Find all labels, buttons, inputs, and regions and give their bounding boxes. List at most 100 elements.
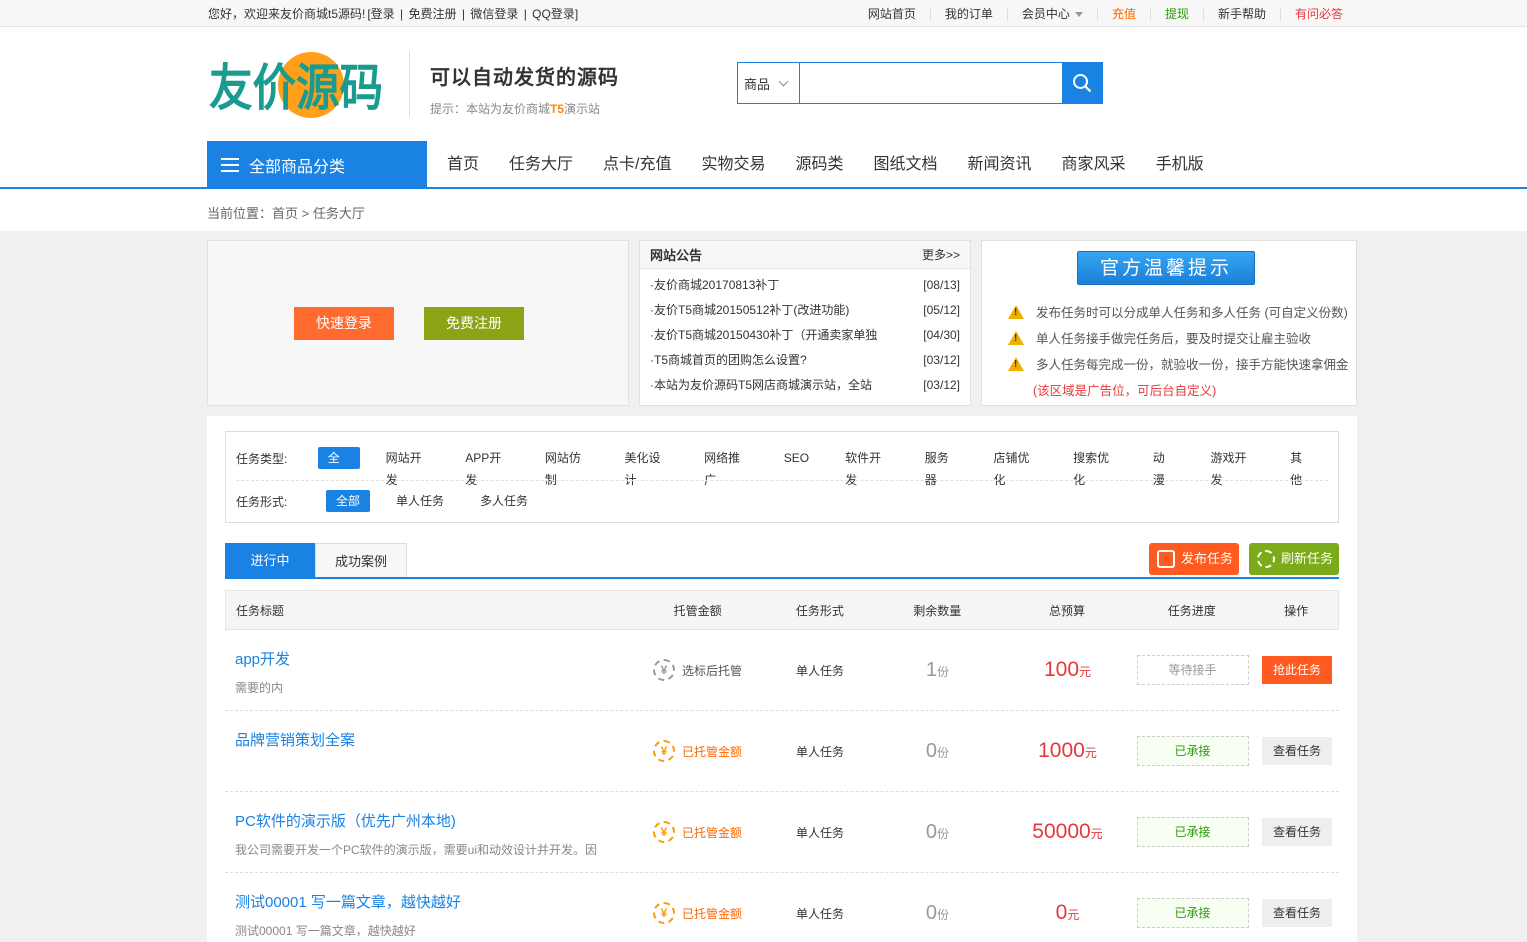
filter-type-option[interactable]: SEO (774, 447, 819, 469)
nav-task-hall[interactable]: 任务大厅 (494, 141, 588, 189)
filter-type-option[interactable]: 全部 (317, 447, 360, 487)
filter-form-option[interactable]: 多人任务 (470, 490, 538, 512)
top-nav-orders[interactable]: 我的订单 (931, 6, 1008, 21)
breadcrumb: 当前位置：首页 > 任务大厅 (0, 189, 1527, 231)
warning-icon (1008, 304, 1024, 319)
filter-type-option[interactable]: 软件开发 (835, 447, 899, 487)
nav-physical[interactable]: 实物交易 (686, 141, 780, 189)
chevron-down-icon (778, 76, 789, 86)
notice-item[interactable]: ·友价T5商城20150512补丁(改进功能) [05/12] (650, 298, 960, 323)
top-nav-member[interactable]: 会员中心 (1008, 6, 1098, 21)
filter-type-option[interactable]: 网站仿制 (535, 447, 599, 487)
notice-title: 网站公告 (650, 248, 703, 263)
view-task-button[interactable]: 查看任务 (1262, 737, 1332, 765)
login-panel: 快速登录 免费注册 (207, 240, 629, 406)
svg-text:友价源码: 友价源码 (209, 59, 383, 117)
task-title-link[interactable]: 测试00001 写一篇文章，越快越好 (235, 891, 625, 912)
nav-cards-recharge[interactable]: 点卡/充值 (588, 141, 686, 189)
filter-type-label: 任务类型: (236, 451, 288, 466)
notice-item[interactable]: ·友价T5商城20150430补丁（开通卖家单独 [04/30] (650, 323, 960, 348)
menu-icon (221, 158, 239, 172)
task-desc: 测试00001 写一篇文章，越快越好 (235, 923, 416, 936)
filter-type-option[interactable]: 网站开发 (376, 447, 440, 487)
tip-item: 单人任务接手做完任务后，要及时提交让雇主验收 (1008, 328, 1353, 347)
tip-item: 发布任务时可以分成单人任务和多人任务 (可自定义份数) (1008, 302, 1353, 321)
login-link[interactable]: [登录 (366, 7, 395, 21)
status-badge: 等待接手 (1136, 655, 1249, 685)
task-title-link[interactable]: app开发 (235, 648, 625, 669)
free-register-button[interactable]: 免费注册 (424, 307, 524, 340)
qq-login-link[interactable]: QQ登录] (531, 7, 579, 21)
notice-item[interactable]: ·本站为友价源码T5网店商城演示站，全站 [03/12] (650, 373, 960, 398)
nav-merchants[interactable]: 商家风采 (1047, 141, 1141, 189)
yen-icon: ¥ (652, 902, 675, 924)
yen-icon: ¥ (652, 659, 675, 681)
task-title-link[interactable]: PC软件的演示版（优先广州本地) (235, 810, 625, 831)
nav-home[interactable]: 首页 (432, 141, 494, 189)
slogan: 可以自动发货的源码 提示：本站为友价商城T5演示站 (409, 51, 619, 117)
yen-icon: ¥ (652, 821, 675, 843)
filter-form-option[interactable]: 全部 (326, 490, 371, 512)
top-bar: 您好，欢迎来友价商城t5源码! [登录 | 免费注册 | 微信登录 | QQ登录]… (0, 0, 1527, 27)
filter-type-option[interactable]: 服务器 (915, 447, 968, 487)
task-filter: 任务类型: 全部 网站开发 APP开发 网站仿制 美化设计 网络推广 SEO 软… (225, 431, 1339, 523)
register-link[interactable]: 免费注册 (408, 7, 458, 21)
filter-type-option[interactable]: 网络推广 (694, 447, 758, 487)
top-nav-qa[interactable]: 有问必答 (1281, 7, 1357, 21)
nav-mobile[interactable]: 手机版 (1141, 141, 1219, 189)
filter-type-option[interactable]: APP开发 (455, 447, 519, 487)
main-nav: 全部商品分类 首页 任务大厅 点卡/充值 实物交易 源码类 图纸文档 新闻资讯 … (0, 141, 1527, 189)
top-nav-help[interactable]: 新手帮助 (1204, 6, 1281, 21)
notice-more-link[interactable]: 更多>> (922, 246, 960, 263)
nav-source-code[interactable]: 源码类 (781, 141, 859, 189)
notice-panel: 网站公告 更多>> ·友价商城20170813补丁 [08/13] ·友价T5商城… (639, 240, 971, 406)
search-input[interactable] (800, 63, 1062, 103)
slogan-hint: 提示：本站为友价商城T5演示站 (430, 102, 601, 116)
nav-news[interactable]: 新闻资讯 (953, 141, 1047, 189)
notice-item[interactable]: ·T5商城首页的团购怎么设置? [03/12] (650, 348, 960, 373)
grab-task-button[interactable]: 抢此任务 (1262, 656, 1332, 684)
tips-panel: 官方温馨提示 发布任务时可以分成单人任务和多人任务 (可自定义份数) 单人任务接… (981, 240, 1357, 406)
info-panels: 快速登录 免费注册 网站公告 更多>> ·友价商城20170813补丁 [08/1… (207, 240, 1357, 406)
chevron-down-icon (1074, 11, 1083, 17)
refresh-icon (1257, 550, 1275, 568)
view-task-button[interactable]: 查看任务 (1262, 899, 1332, 927)
filter-type-option[interactable]: 其他 (1280, 447, 1322, 487)
ad-note: (该区域是广告位，可后台自定义) (1033, 384, 1217, 398)
publish-task-button[interactable]: 发布任务 (1149, 543, 1239, 575)
top-nav-home[interactable]: 网站首页 (854, 6, 931, 21)
filter-type-option[interactable]: 游戏开发 (1201, 447, 1265, 487)
status-badge: 已承接 (1136, 736, 1249, 766)
notice-item[interactable]: ·友价商城20170813补丁 [08/13] (650, 273, 960, 298)
task-desc (235, 760, 625, 774)
quick-login-button[interactable]: 快速登录 (294, 307, 394, 340)
filter-form-option[interactable]: 单人任务 (386, 490, 454, 512)
all-categories-button[interactable]: 全部商品分类 (207, 141, 427, 189)
top-nav-withdraw[interactable]: 提现 (1151, 6, 1204, 21)
nav-documents[interactable]: 图纸文档 (859, 141, 953, 189)
filter-type-option[interactable]: 搜索优化 (1063, 447, 1127, 487)
site-logo[interactable]: 友价源码 (207, 51, 387, 119)
task-hall: 任务类型: 全部 网站开发 APP开发 网站仿制 美化设计 网络推广 SEO 软… (207, 416, 1357, 942)
filter-type-row: 任务类型: 全部 网站开发 APP开发 网站仿制 美化设计 网络推广 SEO 软… (236, 446, 1338, 487)
task-title-link[interactable]: 品牌营销策划全案 (235, 729, 625, 750)
search-type-select[interactable]: 商品 (738, 63, 800, 103)
tab-success-cases[interactable]: 成功案例 (315, 543, 407, 577)
filter-form-row: 任务形式: 全部 单人任务 多人任务 (236, 489, 554, 513)
search-icon (1073, 74, 1092, 93)
filter-form-label: 任务形式: (236, 494, 288, 509)
yen-icon: ¥ (652, 740, 675, 762)
clipboard-icon (1157, 550, 1175, 568)
header: 友价源码 可以自动发货的源码 提示：本站为友价商城T5演示站 商品 (0, 27, 1527, 141)
search-button[interactable] (1062, 63, 1102, 103)
view-task-button[interactable]: 查看任务 (1262, 818, 1332, 846)
filter-type-option[interactable]: 店铺优化 (983, 447, 1047, 487)
filter-divider (236, 480, 1328, 481)
table-row: PC软件的演示版（优先广州本地) 我公司需要开发一个PC软件的演示版，需要ui和动… (225, 792, 1339, 873)
tab-in-progress[interactable]: 进行中 (225, 543, 315, 577)
wechat-login-link[interactable]: 微信登录 (469, 7, 519, 21)
top-nav-recharge[interactable]: 充值 (1098, 6, 1151, 21)
filter-type-option[interactable]: 动漫 (1143, 447, 1185, 487)
refresh-task-button[interactable]: 刷新任务 (1249, 543, 1339, 575)
filter-type-option[interactable]: 美化设计 (614, 447, 678, 487)
